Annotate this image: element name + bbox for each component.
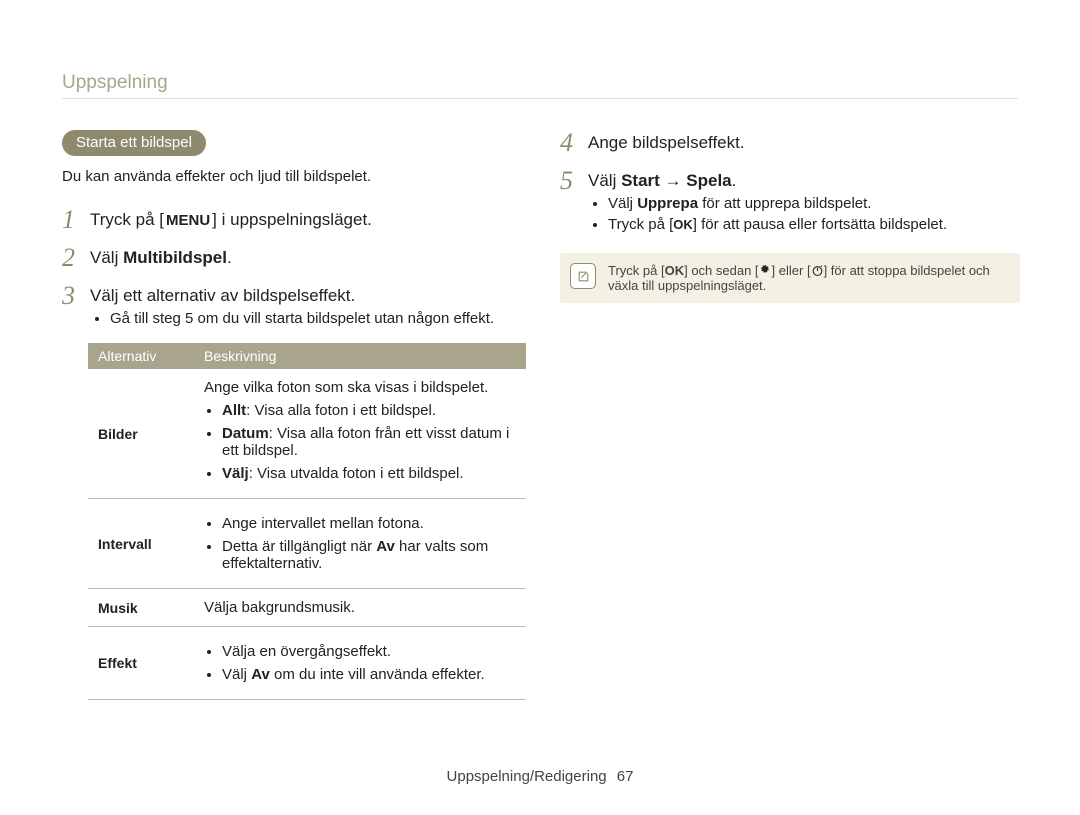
ok-button-glyph: OK — [665, 263, 685, 278]
th-beskrivning: Beskrivning — [194, 343, 526, 369]
row-desc: Ange vilka foton som ska visas i bildspe… — [194, 369, 526, 499]
text: Ange vilka foton som ska visas i bildspe… — [204, 379, 516, 396]
bold-term: Välj — [222, 465, 249, 482]
text: ] för att pausa eller fortsätta bildspel… — [693, 216, 947, 233]
text: om du inte vill använda effekter. — [270, 666, 485, 683]
text: Välj — [588, 171, 621, 190]
note-box: Tryck på [OK] och sedan [] eller [] för … — [560, 253, 1020, 303]
text: Tryck på [ — [608, 216, 673, 233]
text: Välj — [90, 248, 123, 267]
left-column: Starta ett bildspel Du kan använda effek… — [62, 130, 524, 700]
text: . — [732, 171, 737, 190]
section-header: Uppspelning — [62, 72, 168, 94]
bold-term: Av — [376, 538, 395, 555]
bold-term: Start — [621, 171, 660, 190]
text: för att upprepa bildspelet. — [698, 195, 871, 212]
step-text: Välj ett alternativ av bildspelseffekt. … — [90, 283, 524, 331]
text: Välj ett alternativ av bildspelseffekt. — [90, 286, 524, 306]
list-item: Välj Av om du inte vill använda effekter… — [222, 666, 516, 683]
bold-term: Multibildspel — [123, 248, 227, 267]
text: Tryck på [ — [608, 263, 665, 278]
row-label: Intervall — [88, 499, 194, 589]
list-item: Välj: Visa utvalda foton i ett bildspel. — [222, 465, 516, 482]
note-text: Tryck på [OK] och sedan [] eller [] för … — [608, 263, 1006, 293]
sub-bullet: Tryck på [OK] för att pausa eller fortsä… — [608, 216, 1020, 233]
step-number: 1 — [62, 207, 90, 233]
step-number: 2 — [62, 245, 90, 271]
row-label: Effekt — [88, 627, 194, 700]
list-item: Välja en övergångseffekt. — [222, 643, 516, 660]
bold-term: Av — [251, 666, 270, 683]
flower-icon — [759, 264, 772, 277]
step-number: 5 — [560, 168, 588, 194]
bold-term: Upprepa — [637, 195, 698, 212]
ok-button-glyph: OK — [673, 217, 693, 232]
row-desc: Välja bakgrundsmusik. — [194, 589, 526, 627]
text: Välj — [608, 195, 637, 212]
text: Välj — [222, 666, 251, 683]
right-column: 4 Ange bildspelseffekt. 5 Välj Start → S… — [560, 130, 1020, 303]
page-number: 67 — [617, 768, 634, 785]
row-label: Musik — [88, 589, 194, 627]
row-desc: Välja en övergångseffekt. Välj Av om du … — [194, 627, 526, 700]
text: ] eller [ — [772, 263, 811, 278]
bold-term: Allt — [222, 402, 246, 419]
bold-term: Datum — [222, 425, 269, 442]
row-label: Bilder — [88, 369, 194, 499]
list-item: Datum: Visa alla foton från ett visst da… — [222, 425, 516, 459]
text: Tryck på [ — [90, 210, 164, 229]
step-2: 2 Välj Multibildspel. — [62, 245, 524, 271]
bold-term: Spela — [686, 171, 731, 190]
sub-bullet: Gå till steg 5 om du vill starta bildspe… — [110, 310, 524, 327]
text: ] och sedan [ — [684, 263, 758, 278]
menu-button-glyph: MENU — [164, 211, 212, 230]
step-text: Välj Multibildspel. — [90, 245, 524, 268]
footer-section: Uppspelning/Redigering — [447, 768, 607, 785]
text: : Visa alla foton i ett bildspel. — [246, 402, 436, 419]
step-number: 3 — [62, 283, 90, 309]
table-row: Intervall Ange intervallet mellan fotona… — [88, 499, 526, 589]
list-item: Allt: Visa alla foton i ett bildspel. — [222, 402, 516, 419]
page-footer: Uppspelning/Redigering 67 — [0, 768, 1080, 785]
text: . — [227, 248, 232, 267]
step-3: 3 Välj ett alternativ av bildspelseffekt… — [62, 283, 524, 331]
text: : Visa utvalda foton i ett bildspel. — [249, 465, 464, 482]
arrow-glyph: → — [665, 171, 682, 190]
header-divider — [62, 98, 1018, 99]
text: Detta är tillgängligt när — [222, 538, 376, 555]
step-number: 4 — [560, 130, 588, 156]
step-text: Ange bildspelseffekt. — [588, 130, 1020, 153]
timer-icon — [811, 264, 824, 277]
table-row: Effekt Välja en övergångseffekt. Välj Av… — [88, 627, 526, 700]
table-row: Bilder Ange vilka foton som ska visas i … — [88, 369, 526, 499]
note-icon — [570, 263, 596, 289]
step-1: 1 Tryck på [MENU] i uppspelningsläget. — [62, 207, 524, 233]
sub-bullet: Välj Upprepa för att upprepa bildspelet. — [608, 195, 1020, 212]
list-item: Ange intervallet mellan fotona. — [222, 515, 516, 532]
row-desc: Ange intervallet mellan fotona. Detta är… — [194, 499, 526, 589]
step-5: 5 Välj Start → Spela. Välj Upprepa för a… — [560, 168, 1020, 237]
step-4: 4 Ange bildspelseffekt. — [560, 130, 1020, 156]
list-item: Detta är tillgängligt när Av har valts s… — [222, 538, 516, 572]
table-row: Musik Välja bakgrundsmusik. — [88, 589, 526, 627]
options-table: Alternativ Beskrivning Bilder Ange vilka… — [88, 343, 526, 700]
text: ] i uppspelningsläget. — [212, 210, 372, 229]
intro-text: Du kan använda effekter och ljud till bi… — [62, 168, 524, 185]
th-alternativ: Alternativ — [88, 343, 194, 369]
topic-pill: Starta ett bildspel — [62, 130, 206, 156]
step-text: Välj Start → Spela. Välj Upprepa för att… — [588, 168, 1020, 237]
step-text: Tryck på [MENU] i uppspelningsläget. — [90, 207, 524, 230]
